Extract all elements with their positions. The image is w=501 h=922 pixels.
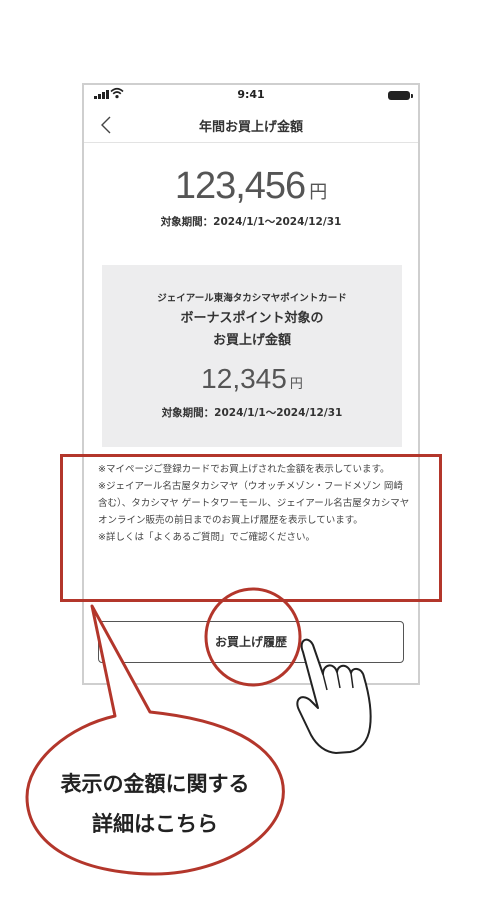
pointing-hand-icon: [296, 638, 372, 754]
callout-line2: 詳細はこちら: [92, 812, 218, 836]
callout-line1: 表示の金額に関する: [60, 772, 250, 796]
button-highlight-circle: [204, 587, 302, 687]
